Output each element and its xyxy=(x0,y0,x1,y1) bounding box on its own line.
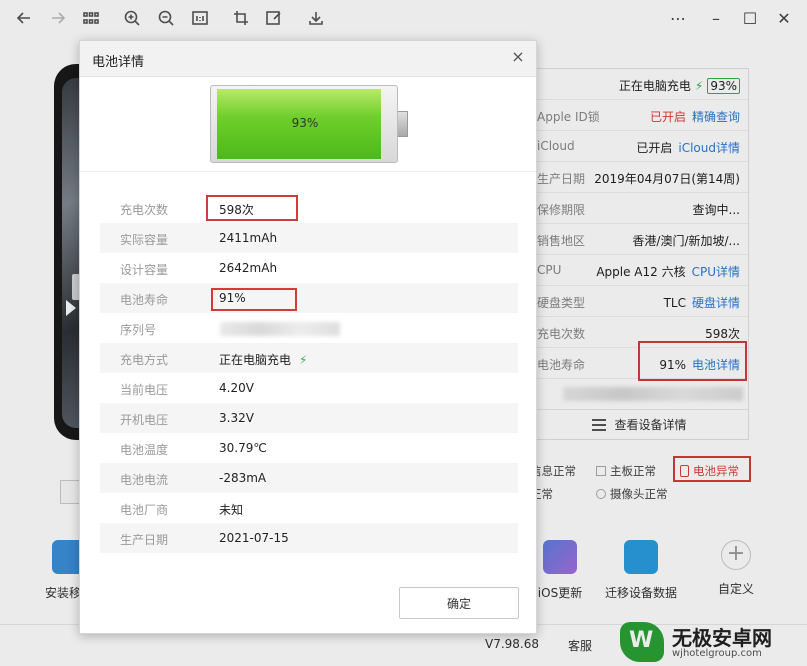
battery-details-dialog: 电池详情 × 93% 充电次数 598次 实际容量 2411mAh 设计容量 2… xyxy=(79,40,537,634)
detail-value: 未知 xyxy=(219,503,244,517)
detail-value: 4.20V xyxy=(219,381,254,395)
detail-row-current-voltage: 当前电压 4.20V xyxy=(100,373,518,403)
detail-label: 电池寿命 xyxy=(120,293,169,307)
detail-label: 电池电流 xyxy=(120,473,169,487)
detail-label: 当前电压 xyxy=(120,383,169,397)
battery-graphic: 93% xyxy=(210,85,410,163)
redacted-serial xyxy=(220,322,340,336)
detail-label: 实际容量 xyxy=(120,233,169,247)
detail-row-battery-life: 电池寿命 91% xyxy=(100,283,518,313)
close-icon[interactable]: × xyxy=(510,49,526,65)
detail-label: 充电方式 xyxy=(120,353,169,367)
confirm-button-label: 确定 xyxy=(446,596,471,611)
detail-row-boot-voltage: 开机电压 3.32V xyxy=(100,403,518,433)
detail-label: 开机电压 xyxy=(120,413,169,427)
highlight-box xyxy=(211,288,297,311)
charging-bolt-icon: ⚡ xyxy=(299,353,308,367)
detail-label: 电池厂商 xyxy=(120,503,169,517)
detail-value: 2642mAh xyxy=(219,261,278,275)
detail-label: 序列号 xyxy=(120,323,157,337)
confirm-button[interactable]: 确定 xyxy=(399,587,519,619)
detail-value: 2411mAh xyxy=(219,231,278,245)
detail-row-production-date: 生产日期 2021-07-15 xyxy=(100,523,518,553)
detail-value: 3.32V xyxy=(219,411,254,425)
detail-row-manufacturer: 电池厂商 未知 xyxy=(100,493,518,523)
detail-row-charge-count: 充电次数 598次 xyxy=(100,193,518,223)
detail-value: -283mA xyxy=(219,471,267,485)
battery-body: 93% xyxy=(210,85,398,163)
detail-label: 生产日期 xyxy=(120,533,169,547)
dialog-header: 电池详情 × xyxy=(80,41,536,77)
battery-level-text: 93% xyxy=(291,116,319,130)
detail-label: 电池温度 xyxy=(120,443,169,457)
detail-label: 设计容量 xyxy=(120,263,169,277)
detail-row-serial: 序列号 xyxy=(100,313,518,343)
detail-value: 30.79℃ xyxy=(219,441,267,455)
detail-row-design-capacity: 设计容量 2642mAh xyxy=(100,253,518,283)
highlight-box xyxy=(206,195,298,221)
detail-row-charge-mode: 充电方式 正在电脑充电 ⚡ xyxy=(100,343,518,373)
dialog-title: 电池详情 xyxy=(92,55,145,70)
detail-row-actual-capacity: 实际容量 2411mAh xyxy=(100,223,518,253)
battery-cap xyxy=(398,111,408,137)
detail-row-current: 电池电流 -283mA xyxy=(100,463,518,493)
detail-label: 充电次数 xyxy=(120,203,169,217)
detail-value: 正在电脑充电 ⚡ xyxy=(219,353,308,367)
detail-value: 2021-07-15 xyxy=(219,531,289,545)
detail-row-temperature: 电池温度 30.79℃ xyxy=(100,433,518,463)
divider xyxy=(80,171,536,172)
